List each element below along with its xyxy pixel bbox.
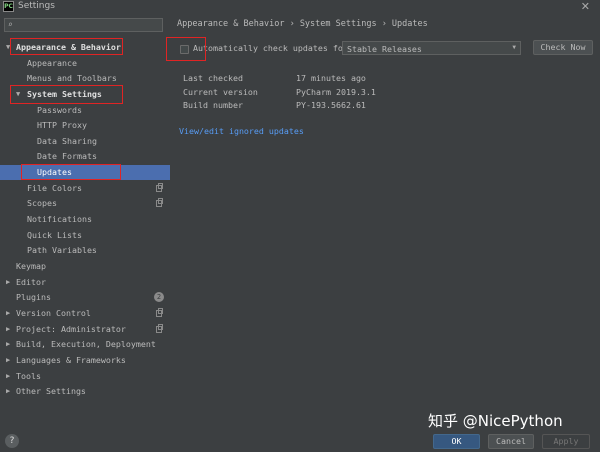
sidebar-item-label: Date Formats — [37, 151, 97, 161]
sidebar-item-notifications[interactable]: Notifications — [0, 212, 170, 227]
sidebar-item-label: Other Settings — [16, 386, 86, 396]
last-checked-label: Last checked — [183, 73, 243, 83]
collapsed-arrow-icon: ▶ — [6, 356, 11, 364]
sidebar-item-label: Passwords — [37, 105, 82, 115]
sidebar-item-file-colors[interactable]: File Colors — [0, 181, 170, 196]
ok-button[interactable]: OK — [433, 434, 480, 449]
collapsed-arrow-icon: ▶ — [6, 372, 11, 380]
sidebar-item-label: HTTP Proxy — [37, 120, 87, 130]
cancel-button[interactable]: Cancel — [488, 434, 534, 449]
update-channel-select[interactable]: Stable Releases ▼ — [342, 41, 521, 55]
sidebar-item-label: Path Variables — [27, 245, 97, 255]
sidebar-item-label: Data Sharing — [37, 136, 97, 146]
sidebar-item-label: Editor — [16, 277, 46, 287]
sidebar-item-label: Project: Administrator — [16, 324, 126, 334]
sidebar-item-project[interactable]: ▶ Project: Administrator — [0, 322, 170, 337]
sidebar-item-label: Menus and Toolbars — [27, 73, 117, 83]
current-version-value: PyCharm 2019.3.1 — [296, 87, 376, 97]
sidebar-item-editor[interactable]: ▶ Editor — [0, 275, 170, 290]
sidebar-item-label: Appearance & Behavior — [16, 42, 121, 52]
sidebar-item-plugins[interactable]: Plugins 2 — [0, 290, 170, 305]
sidebar-item-label: Tools — [16, 371, 41, 381]
close-icon[interactable]: ✕ — [581, 0, 590, 13]
sidebar-item-label: Scopes — [27, 198, 57, 208]
project-scope-icon — [156, 308, 163, 317]
sidebar-item-date-formats[interactable]: Date Formats — [0, 149, 170, 164]
collapsed-arrow-icon: ▶ — [6, 325, 11, 333]
current-version-label: Current version — [183, 87, 258, 97]
sidebar-item-system-settings[interactable]: ▼ System Settings — [0, 87, 170, 102]
pycharm-app-icon: PC — [3, 1, 14, 12]
sidebar-item-tools[interactable]: ▶ Tools — [0, 369, 170, 384]
sidebar-item-label: Plugins — [16, 292, 51, 302]
settings-search-input[interactable]: ⌕ — [4, 18, 163, 32]
search-icon: ⌕ — [8, 20, 13, 29]
plugin-updates-count-badge: 2 — [154, 292, 164, 302]
build-number-value: PY-193.5662.61 — [296, 100, 366, 110]
check-now-button[interactable]: Check Now — [533, 40, 593, 55]
project-scope-icon — [156, 183, 163, 192]
sidebar-item-label: Keymap — [16, 261, 46, 271]
sidebar-item-version-control[interactable]: ▶ Version Control — [0, 306, 170, 321]
view-ignored-updates-link[interactable]: View/edit ignored updates — [179, 126, 304, 136]
sidebar-item-updates[interactable]: Updates — [0, 165, 170, 180]
collapsed-arrow-icon: ▶ — [6, 340, 11, 348]
collapsed-arrow-icon: ▶ — [6, 309, 11, 317]
collapsed-arrow-icon: ▶ — [6, 387, 11, 395]
sidebar-item-keymap[interactable]: Keymap — [0, 259, 170, 274]
sidebar-item-other-settings[interactable]: ▶ Other Settings — [0, 384, 170, 399]
expanded-arrow-icon: ▼ — [16, 90, 21, 98]
sidebar-item-data-sharing[interactable]: Data Sharing — [0, 134, 170, 149]
last-checked-value: 17 minutes ago — [296, 73, 366, 83]
sidebar-item-label: Languages & Frameworks — [16, 355, 126, 365]
zhihu-watermark: 知乎 @NicePython — [428, 412, 563, 430]
expanded-arrow-icon: ▼ — [6, 43, 11, 51]
sidebar-item-path-variables[interactable]: Path Variables — [0, 243, 170, 258]
breadcrumb: Appearance & Behavior › System Settings … — [177, 19, 428, 29]
sidebar-item-menus-toolbars[interactable]: Menus and Toolbars — [0, 71, 170, 86]
title-bar: PC Settings ✕ — [0, 0, 600, 14]
sidebar-item-label: Updates — [37, 167, 72, 177]
apply-button[interactable]: Apply — [542, 434, 590, 449]
project-scope-icon — [156, 324, 163, 333]
settings-sidebar: ⌕ ▼ Appearance & Behavior Appearance Men… — [0, 14, 170, 426]
updates-settings-panel: Appearance & Behavior › System Settings … — [170, 14, 600, 426]
collapsed-arrow-icon: ▶ — [6, 278, 11, 286]
update-channel-value: Stable Releases — [347, 44, 422, 54]
sidebar-item-label: System Settings — [27, 89, 102, 99]
sidebar-item-label: Version Control — [16, 308, 91, 318]
sidebar-item-label: Appearance — [27, 58, 77, 68]
help-button[interactable]: ? — [5, 434, 19, 448]
chevron-down-icon: ▼ — [512, 44, 516, 51]
sidebar-item-label: Build, Execution, Deployment — [16, 339, 156, 349]
build-number-label: Build number — [183, 100, 243, 110]
auto-check-updates-checkbox[interactable] — [180, 45, 189, 54]
sidebar-item-build-execution-deployment[interactable]: ▶ Build, Execution, Deployment — [0, 337, 170, 352]
sidebar-item-label: Quick Lists — [27, 230, 82, 240]
sidebar-item-http-proxy[interactable]: HTTP Proxy — [0, 118, 170, 133]
sidebar-item-label: File Colors — [27, 183, 82, 193]
window-title: Settings — [18, 1, 55, 11]
sidebar-item-label: Notifications — [27, 214, 92, 224]
sidebar-item-appearance[interactable]: Appearance — [0, 56, 170, 71]
sidebar-item-quick-lists[interactable]: Quick Lists — [0, 228, 170, 243]
sidebar-item-appearance-behavior[interactable]: ▼ Appearance & Behavior — [0, 40, 170, 55]
sidebar-item-passwords[interactable]: Passwords — [0, 103, 170, 118]
project-scope-icon — [156, 198, 163, 207]
sidebar-item-scopes[interactable]: Scopes — [0, 196, 170, 211]
sidebar-item-languages-frameworks[interactable]: ▶ Languages & Frameworks — [0, 353, 170, 368]
auto-check-updates-label[interactable]: Automatically check updates for — [193, 43, 348, 53]
